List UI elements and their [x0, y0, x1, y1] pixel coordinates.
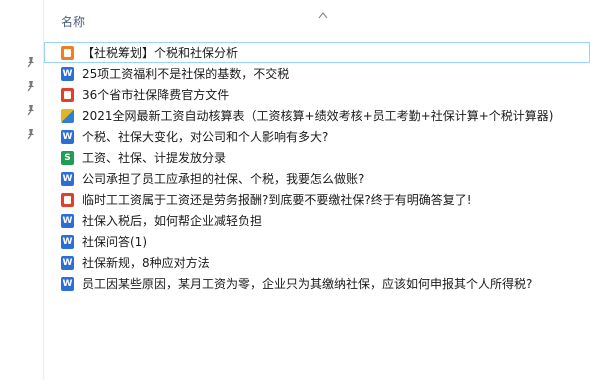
- word-file-icon: W: [61, 172, 74, 186]
- file-name: 临时工工资属于工资还是劳务报酬?到底要不要缴社保?终于有明确答复了!: [82, 193, 472, 207]
- file-row[interactable]: S 工资、社保、计提发放分录: [44, 147, 590, 168]
- file-name: 25项工资福利不是社保的基数，不交税: [82, 67, 290, 81]
- file-list-pane: 名称 【社税筹划】个税和社保分析 W 25项工资福利不是社保的基数，不交税 36…: [44, 0, 590, 380]
- file-row[interactable]: 临时工工资属于工资还是劳务报酬?到底要不要缴社保?终于有明确答复了!: [44, 189, 590, 210]
- word-file-icon: W: [61, 130, 74, 144]
- word-file-icon: W: [61, 235, 74, 249]
- pin-icon: [25, 56, 37, 68]
- file-row[interactable]: W 个税、社保大变化，对公司和个人影响有多大?: [44, 126, 590, 147]
- pin-icon: [25, 104, 37, 116]
- file-name: 社保入税后，如何帮企业减轻负担: [82, 214, 263, 228]
- file-row[interactable]: W 社保问答(1): [44, 231, 590, 252]
- file-name: 员工因某些原因，某月工资为零，企业只为其缴纳社保，应该如何申报其个人所得税?: [82, 277, 533, 291]
- file-name: 【社税筹划】个税和社保分析: [82, 46, 239, 60]
- file-name: 个税、社保大变化，对公司和个人影响有多大?: [82, 130, 329, 144]
- navigation-pane: [0, 0, 44, 380]
- column-header-name[interactable]: 名称: [61, 14, 85, 30]
- file-name: 社保新规，8种应对方法: [82, 256, 210, 270]
- file-name: 公司承担了员工应承担的社保、个税，我要怎么做账?: [82, 172, 365, 186]
- word-file-icon: W: [61, 67, 74, 81]
- file-row[interactable]: 【社税筹划】个税和社保分析: [44, 42, 590, 63]
- file-row[interactable]: W 社保入税后，如何帮企业减轻负担: [44, 210, 590, 231]
- word-file-icon: W: [61, 277, 74, 291]
- pdf-file-icon: [61, 88, 74, 102]
- pin-icon: [25, 80, 37, 92]
- file-row[interactable]: W 公司承担了员工应承担的社保、个税，我要怎么做账?: [44, 168, 590, 189]
- excel-macro-file-icon: [61, 109, 74, 123]
- sort-ascending-icon[interactable]: [318, 4, 328, 19]
- pin-icon: [25, 128, 37, 140]
- file-name: 2021全网最新工资自动核算表（工资核算+绩效考核+员工考勤+社保计算+个税计算…: [82, 109, 554, 123]
- file-row[interactable]: W 25项工资福利不是社保的基数，不交税: [44, 63, 590, 84]
- file-name: 社保问答(1): [82, 235, 147, 249]
- excel-file-icon: S: [61, 151, 74, 165]
- file-row[interactable]: W 社保新规，8种应对方法: [44, 252, 590, 273]
- file-name: 工资、社保、计提发放分录: [82, 151, 227, 165]
- file-row[interactable]: 36个省市社保降费官方文件: [44, 84, 590, 105]
- word-file-icon: W: [61, 214, 74, 228]
- file-row[interactable]: W 员工因某些原因，某月工资为零，企业只为其缴纳社保，应该如何申报其个人所得税?: [44, 273, 590, 294]
- file-name: 36个省市社保降费官方文件: [82, 88, 230, 102]
- file-row[interactable]: 2021全网最新工资自动核算表（工资核算+绩效考核+员工考勤+社保计算+个税计算…: [44, 105, 590, 126]
- file-list: 【社税筹划】个税和社保分析 W 25项工资福利不是社保的基数，不交税 36个省市…: [44, 42, 590, 294]
- ppt-file-icon: [61, 46, 74, 60]
- word-file-icon: W: [61, 256, 74, 270]
- pdf-file-icon: [61, 193, 74, 207]
